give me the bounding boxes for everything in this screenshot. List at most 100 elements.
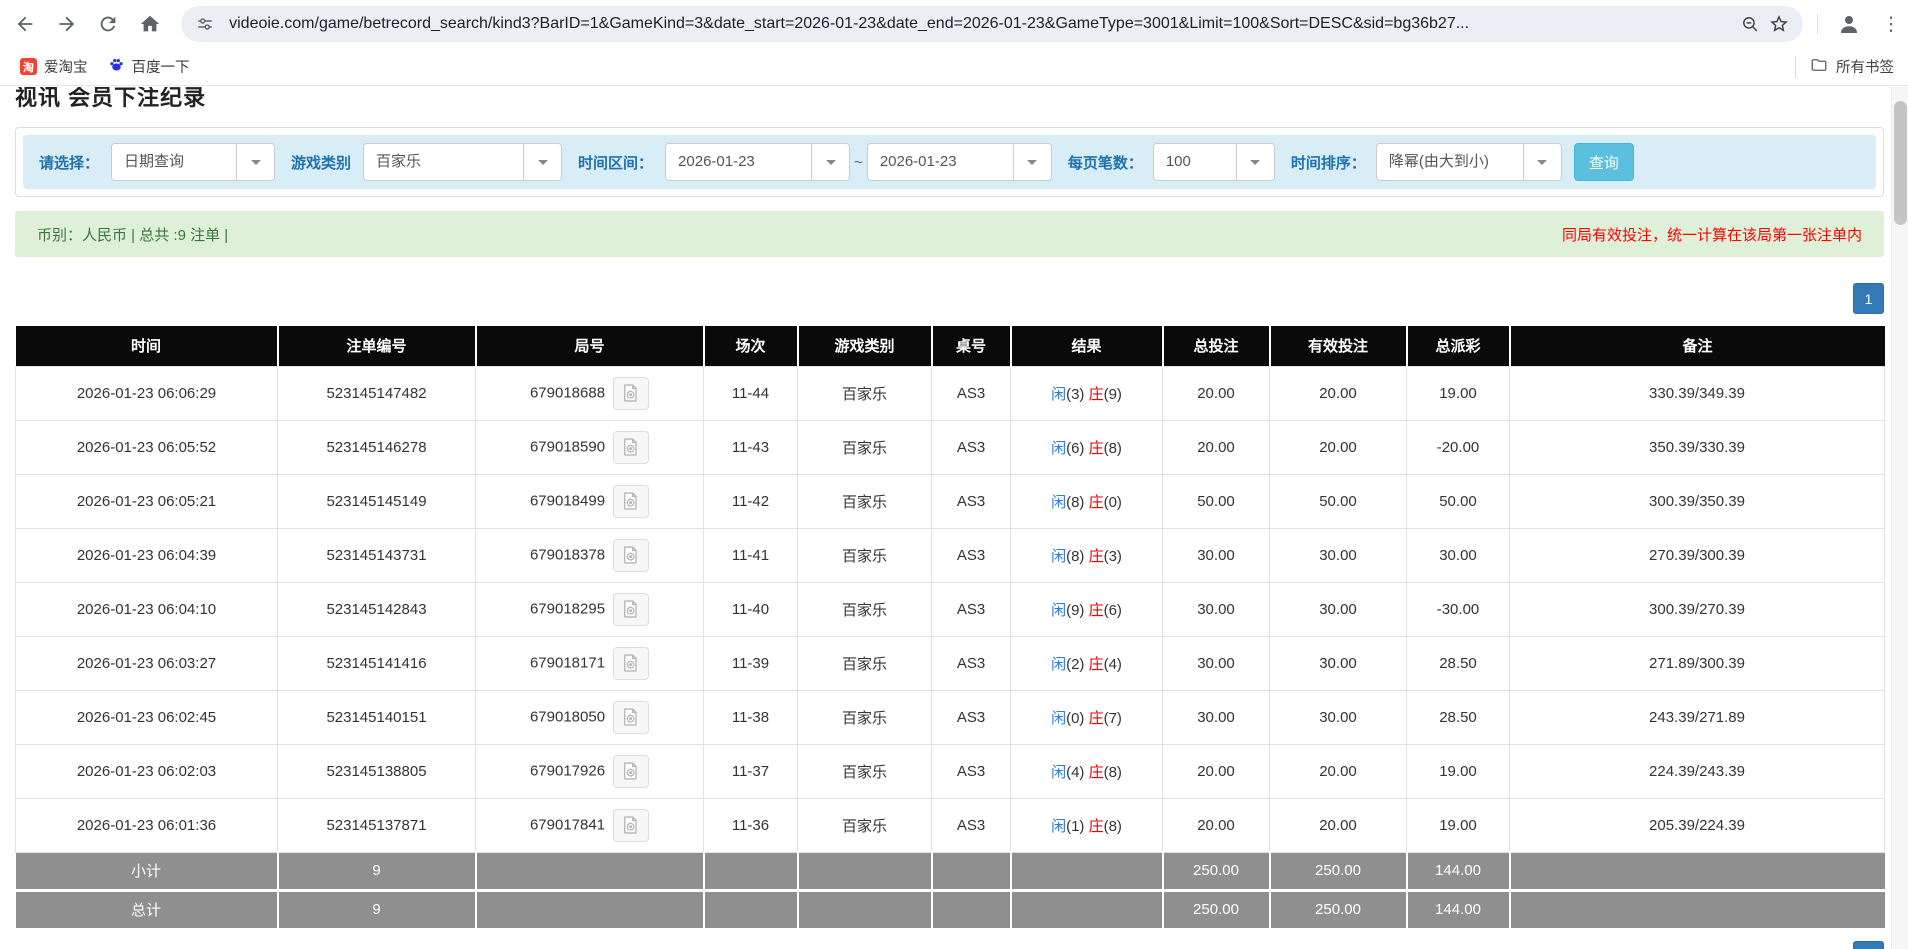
cell-bet-id: 523145137871 <box>278 798 476 852</box>
result-banker-label: 庄 <box>1089 440 1104 457</box>
tune-icon[interactable] <box>191 10 219 38</box>
game-type-value: 百家乐 <box>364 144 523 180</box>
per-page-value: 100 <box>1154 144 1236 180</box>
game-type-select[interactable]: 百家乐 <box>363 143 562 181</box>
date-range-tilde: ~ <box>854 154 863 171</box>
date-start-value: 2026-01-23 <box>666 144 811 180</box>
cell-valid-bet: 20.00 <box>1270 798 1407 852</box>
cell-table-no: AS3 <box>932 636 1011 690</box>
cell-session: 11-43 <box>704 420 798 474</box>
all-bookmarks-label[interactable]: 所有书签 <box>1836 56 1894 77</box>
bookmark-aitaobao[interactable]: 淘 爱淘宝 <box>20 56 88 77</box>
cell-bet-id: 523145143731 <box>278 528 476 582</box>
cell-valid-bet: 30.00 <box>1270 582 1407 636</box>
pagination-page-1-top[interactable]: 1 <box>1853 283 1884 314</box>
cell-round: 679017841 <box>476 798 704 852</box>
search-button[interactable]: 查询 <box>1574 143 1634 181</box>
profile-avatar[interactable] <box>1832 7 1866 41</box>
cell-payout: 50.00 <box>1407 474 1510 528</box>
cell-result: 闲(4) 庄(8) <box>1011 744 1163 798</box>
video-replay-button[interactable] <box>613 647 649 680</box>
cell-table-no: AS3 <box>932 690 1011 744</box>
subtotal-row: 小计9250.00250.00144.00 <box>16 852 1885 890</box>
cell-payout: -30.00 <box>1407 582 1510 636</box>
cell-bet-id: 523145145149 <box>278 474 476 528</box>
video-replay-button[interactable] <box>613 539 649 572</box>
cell-total-bet: 30.00 <box>1163 690 1270 744</box>
result-banker-label: 庄 <box>1089 818 1104 835</box>
date-end-select[interactable]: 2026-01-23 <box>867 143 1052 181</box>
cell-game-type: 百家乐 <box>798 474 932 528</box>
result-banker-label: 庄 <box>1089 602 1104 619</box>
video-replay-button[interactable] <box>613 755 649 788</box>
summary-label: 小计 <box>16 852 278 890</box>
cell-result: 闲(6) 庄(8) <box>1011 420 1163 474</box>
video-replay-button[interactable] <box>613 377 649 410</box>
summary-cell <box>1011 852 1163 890</box>
column-header: 有效投注 <box>1270 326 1407 366</box>
vertical-scrollbar[interactable] <box>1891 87 1908 949</box>
video-replay-button[interactable] <box>613 593 649 626</box>
home-icon[interactable] <box>133 7 167 41</box>
per-page-select[interactable]: 100 <box>1153 143 1275 181</box>
result-player-label: 闲 <box>1051 656 1066 673</box>
summary-cell <box>1011 890 1163 928</box>
cell-table-no: AS3 <box>932 420 1011 474</box>
reload-icon[interactable] <box>92 7 126 41</box>
cell-time: 2026-01-23 06:01:36 <box>16 798 278 852</box>
cell-round: 679018295 <box>476 582 704 636</box>
zoom-out-icon[interactable] <box>1737 10 1765 38</box>
video-replay-button[interactable] <box>613 809 649 842</box>
cell-note: 224.39/243.39 <box>1510 744 1885 798</box>
cell-result: 闲(8) 庄(0) <box>1011 474 1163 528</box>
table-row: 2026-01-23 06:03:27523145141416679018171… <box>16 636 1885 690</box>
toolbar-divider <box>1817 14 1818 34</box>
menu-dots-icon[interactable]: ⋮ <box>1874 7 1908 41</box>
cell-total-bet: 50.00 <box>1163 474 1270 528</box>
summary-cell <box>1510 890 1885 928</box>
summary-cell <box>932 852 1011 890</box>
cell-total-bet: 30.00 <box>1163 582 1270 636</box>
pagination-page-1-bottom[interactable]: 1 <box>1853 941 1884 949</box>
column-header: 时间 <box>16 326 278 366</box>
forward-icon[interactable] <box>50 7 84 41</box>
cell-game-type: 百家乐 <box>798 420 932 474</box>
bookmark-label: 爱淘宝 <box>44 56 88 77</box>
url-bar[interactable]: videoie.com/game/betrecord_search/kind3?… <box>181 6 1803 42</box>
summary-cell <box>1510 852 1885 890</box>
url-text[interactable]: videoie.com/game/betrecord_search/kind3?… <box>229 15 1737 33</box>
chevron-down-icon <box>1236 144 1274 180</box>
query-type-select[interactable]: 日期查询 <box>111 143 275 181</box>
video-replay-button[interactable] <box>613 701 649 734</box>
cell-session: 11-38 <box>704 690 798 744</box>
summary-cell <box>798 890 932 928</box>
summary-cell: 250.00 <box>1163 890 1270 928</box>
back-icon[interactable] <box>8 7 42 41</box>
bookmark-star-icon[interactable] <box>1765 10 1793 38</box>
bookmark-label: 百度一下 <box>132 56 190 77</box>
date-start-select[interactable]: 2026-01-23 <box>665 143 850 181</box>
cell-round: 679017926 <box>476 744 704 798</box>
scrollbar-thumb[interactable] <box>1894 101 1907 225</box>
cell-round: 679018171 <box>476 636 704 690</box>
video-replay-button[interactable] <box>613 431 649 464</box>
column-header: 结果 <box>1011 326 1163 366</box>
video-replay-button[interactable] <box>613 485 649 518</box>
cell-payout: 28.50 <box>1407 636 1510 690</box>
bookmarks-divider <box>1795 56 1796 78</box>
date-range-label: 时间区间： <box>578 152 653 173</box>
cell-table-no: AS3 <box>932 798 1011 852</box>
cell-game-type: 百家乐 <box>798 690 932 744</box>
date-end-value: 2026-01-23 <box>868 144 1013 180</box>
cell-session: 11-40 <box>704 582 798 636</box>
bookmark-baidu[interactable]: 百度一下 <box>108 56 190 77</box>
sort-select[interactable]: 降幂(由大到小) <box>1376 143 1562 181</box>
title-clip: 视讯 会员下注纪录 <box>15 87 1891 113</box>
summary-cell: 144.00 <box>1407 852 1510 890</box>
cell-game-type: 百家乐 <box>798 528 932 582</box>
page-content: 视讯 会员下注纪录 请选择： 日期查询 游戏类别 百家乐 时间区间： 2026-… <box>0 87 1891 949</box>
cell-table-no: AS3 <box>932 366 1011 420</box>
cell-payout: -20.00 <box>1407 420 1510 474</box>
cell-note: 300.39/350.39 <box>1510 474 1885 528</box>
cell-game-type: 百家乐 <box>798 636 932 690</box>
